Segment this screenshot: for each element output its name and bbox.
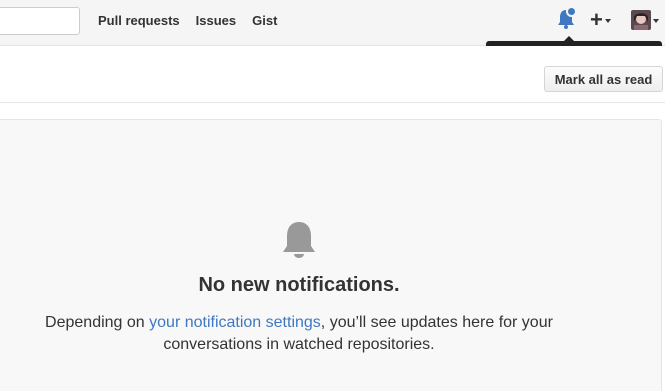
- nav-pull-requests[interactable]: Pull requests: [98, 13, 180, 28]
- mark-all-read-button[interactable]: Mark all as read: [544, 66, 663, 92]
- avatar: [631, 10, 651, 30]
- nav-gist[interactable]: Gist: [252, 13, 277, 28]
- bell-icon: [283, 222, 315, 258]
- search-input[interactable]: [0, 7, 80, 35]
- notifications-toolbar: Mark all as read: [0, 46, 665, 103]
- description-text: Depending on: [45, 314, 150, 331]
- chevron-down-icon: [653, 19, 659, 23]
- create-new-dropdown[interactable]: +: [590, 7, 611, 32]
- user-menu[interactable]: [631, 10, 659, 30]
- nav-issues[interactable]: Issues: [196, 13, 236, 28]
- empty-state-description: Depending on your notification settings,…: [0, 312, 598, 356]
- description-text: , you’ll see updates here for your: [320, 314, 553, 331]
- header-nav: Pull requests Issues Gist: [98, 13, 277, 28]
- plus-icon: +: [590, 7, 603, 32]
- unread-indicator: [566, 6, 577, 17]
- description-line-1: Depending on your notification settings,…: [0, 312, 598, 334]
- description-line-2: conversations in watched repositories.: [163, 336, 435, 353]
- notification-settings-link[interactable]: your notification settings: [149, 314, 321, 331]
- empty-state-title: No new notifications.: [198, 274, 400, 296]
- chevron-down-icon: [604, 19, 611, 23]
